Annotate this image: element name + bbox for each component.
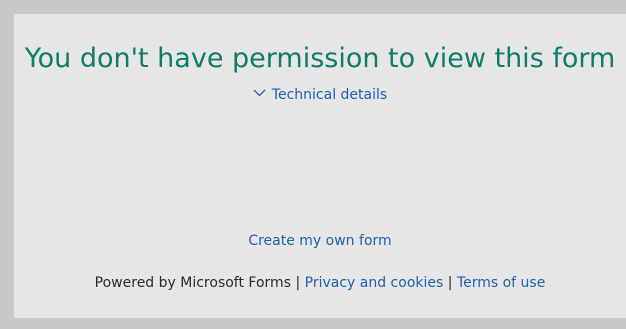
footer-separator: | xyxy=(447,275,453,291)
chevron-down-icon xyxy=(253,88,266,98)
page-title: You don't have permission to view this f… xyxy=(24,43,616,74)
create-my-own-form-link[interactable]: Create my own form xyxy=(14,232,626,250)
privacy-and-cookies-link[interactable]: Privacy and cookies xyxy=(305,275,444,291)
powered-by-text: Powered by Microsoft Forms xyxy=(94,275,291,291)
footer-separator: | xyxy=(295,275,301,291)
technical-details-label: Technical details xyxy=(271,87,388,103)
technical-details-toggle[interactable]: Technical details xyxy=(14,86,626,104)
footer: Powered by Microsoft Forms | Privacy and… xyxy=(14,274,626,292)
terms-of-use-link[interactable]: Terms of use xyxy=(457,275,545,291)
error-panel: You don't have permission to view this f… xyxy=(14,14,626,318)
